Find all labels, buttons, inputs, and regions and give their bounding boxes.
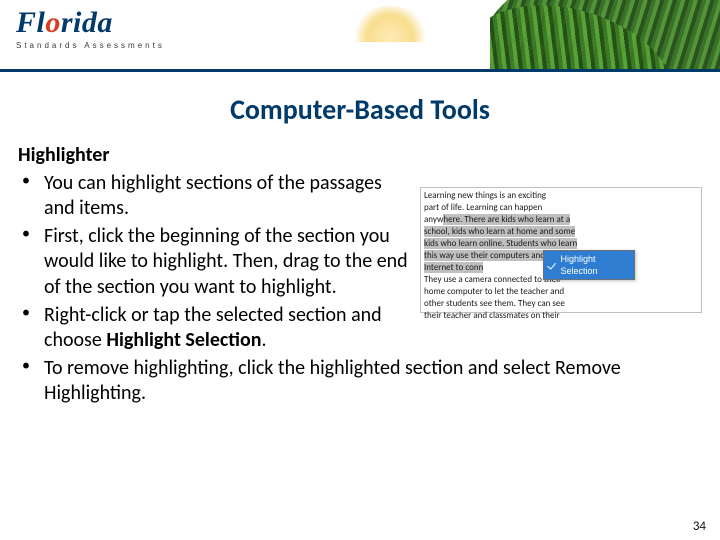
bullet-item: Right-click or tap the selected section … (18, 303, 702, 354)
palm-graphic (490, 0, 720, 72)
sun-graphic (350, 6, 430, 42)
bullet-item: You can highlight sections of the passag… (18, 171, 702, 222)
logo-sub: Standards Assessments (16, 41, 165, 50)
slide: Florida Standards Assessments Computer-B… (0, 0, 720, 540)
logo: Florida Standards Assessments (16, 8, 165, 50)
bullet-text-bold: Highlight Selection (106, 328, 261, 352)
logo-text-accent: o (45, 6, 61, 39)
bullet-text: First, click the beginning of the sectio… (44, 224, 408, 299)
page-title: Computer-Based Tools (0, 92, 720, 127)
section-heading: Highlighter (18, 143, 702, 169)
logo-text-pre: Fl (16, 6, 45, 39)
bullet-text: You can highlight sections of the passag… (44, 171, 382, 221)
bullet-item: To remove highlighting, click the highli… (18, 356, 702, 407)
bullet-text: . (261, 328, 266, 352)
header: Florida Standards Assessments (0, 0, 720, 72)
body: Learning new things is an exciting part … (0, 127, 720, 409)
bullet-list: You can highlight sections of the passag… (18, 171, 702, 407)
bullet-item: First, click the beginning of the sectio… (18, 224, 702, 301)
bullet-text: To remove highlighting, click the highli… (44, 356, 621, 406)
logo-text-post: rida (61, 6, 113, 39)
logo-main: Florida (16, 8, 165, 38)
page-number: 34 (693, 519, 706, 534)
